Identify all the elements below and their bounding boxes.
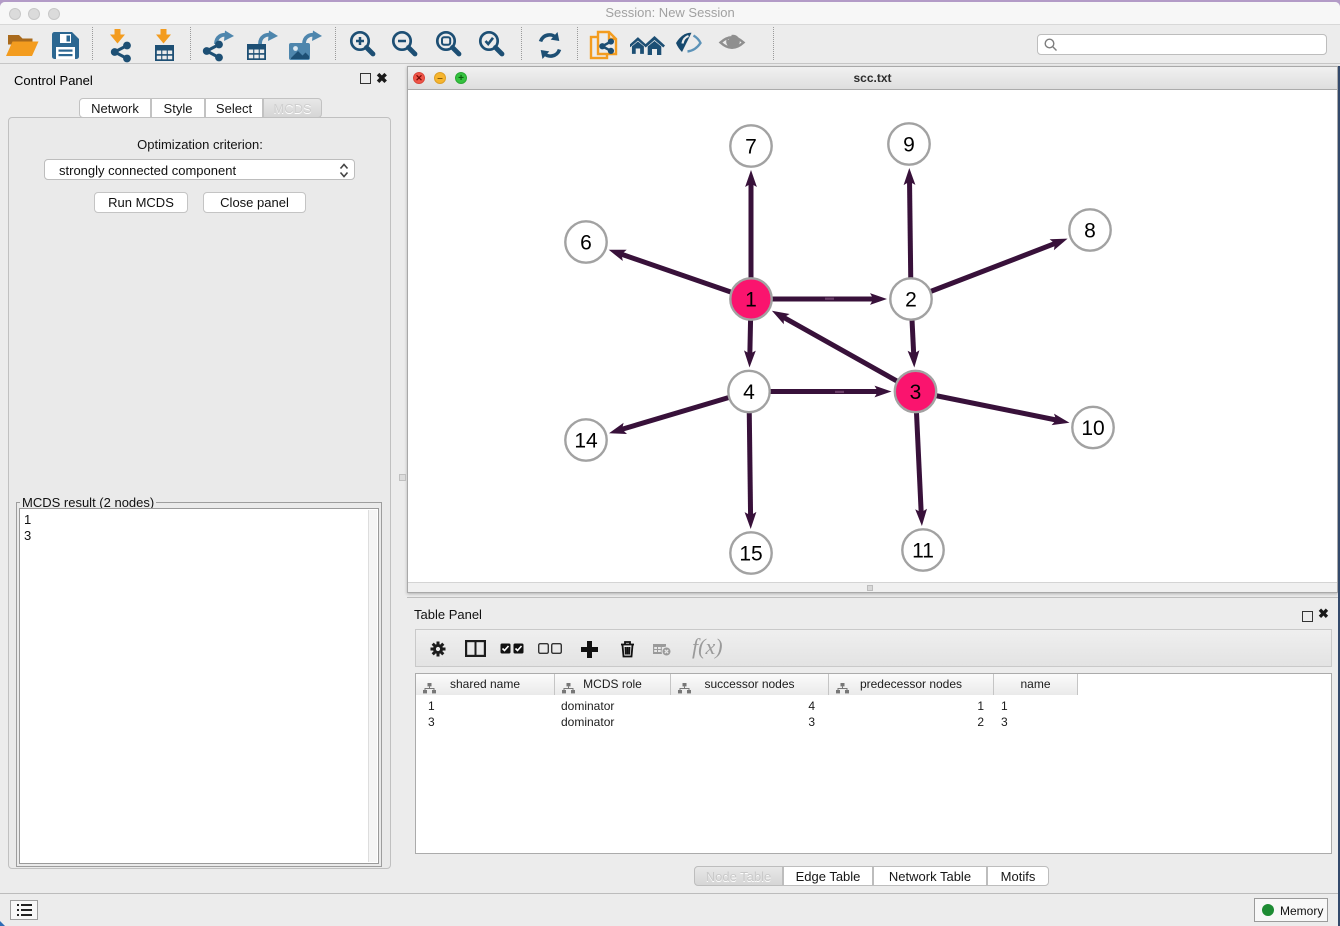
svg-text:11: 11 — [912, 540, 934, 563]
svg-text:10: 10 — [1081, 417, 1104, 440]
svg-text:6: 6 — [580, 232, 592, 255]
svg-text:8: 8 — [1084, 220, 1096, 243]
svg-text:7: 7 — [745, 136, 757, 159]
svg-text:9: 9 — [903, 134, 915, 157]
svg-text:15: 15 — [739, 543, 762, 566]
svg-text:3: 3 — [910, 381, 922, 404]
svg-text:4: 4 — [743, 381, 755, 404]
svg-text:14: 14 — [574, 430, 598, 453]
svg-text:1: 1 — [745, 289, 757, 312]
svg-text:2: 2 — [905, 289, 917, 312]
